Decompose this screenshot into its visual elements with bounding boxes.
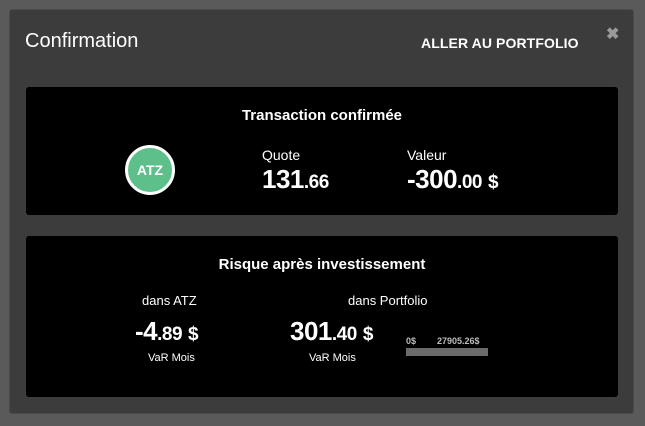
atz-var-sublabel: VaR Mois — [148, 352, 195, 364]
quote-integer: 131 — [262, 164, 304, 194]
portfolio-var-decimal: .40 — [331, 324, 357, 345]
atz-var-currency: $ — [188, 324, 199, 345]
quote-label: Quote — [262, 147, 301, 163]
close-icon[interactable]: ✖ — [606, 24, 619, 44]
risk-title: Risque après investissement — [218, 256, 426, 273]
risk-bar — [406, 348, 488, 356]
transaction-value: -300.00 $ — [407, 164, 499, 195]
quote-decimal: .66 — [303, 172, 329, 193]
value-decimal: .00 — [457, 172, 482, 193]
atz-risk-label: dans ATZ — [142, 293, 197, 308]
portfolio-var-value: 301.40 $ — [290, 316, 373, 347]
value-currency: $ — [487, 172, 499, 193]
transaction-title: Transaction confirmée — [241, 107, 403, 124]
modal-header: Confirmation ALLER AU PORTFOLIO ✖ — [10, 10, 633, 75]
portfolio-var-currency: $ — [362, 324, 374, 345]
quote-value: 131.66 — [262, 164, 329, 195]
atz-var-value: -4.89 $ — [135, 316, 199, 347]
portfolio-var-sublabel: VaR Mois — [309, 352, 356, 364]
atz-var-decimal: .89 — [157, 324, 183, 345]
transaction-panel: Transaction confirmée ATZ Quote 131.66 V… — [26, 87, 618, 215]
risk-panel: Risque après investissement dans ATZ -4.… — [26, 236, 618, 397]
ticker-badge: ATZ — [125, 145, 175, 195]
risk-bar-min-label: 0$ — [406, 336, 417, 346]
portfolio-var-integer: 301 — [290, 316, 332, 346]
atz-var-integer: -4 — [135, 316, 158, 346]
value-label: Valeur — [407, 147, 447, 163]
go-to-portfolio-link[interactable]: ALLER AU PORTFOLIO — [421, 35, 579, 51]
confirmation-modal: Confirmation ALLER AU PORTFOLIO ✖ Transa… — [10, 10, 633, 413]
value-integer: -300 — [407, 164, 458, 194]
modal-title: Confirmation — [25, 30, 139, 52]
risk-bar-max-label: 27905.26$ — [437, 336, 480, 346]
portfolio-risk-label: dans Portfolio — [348, 293, 428, 308]
